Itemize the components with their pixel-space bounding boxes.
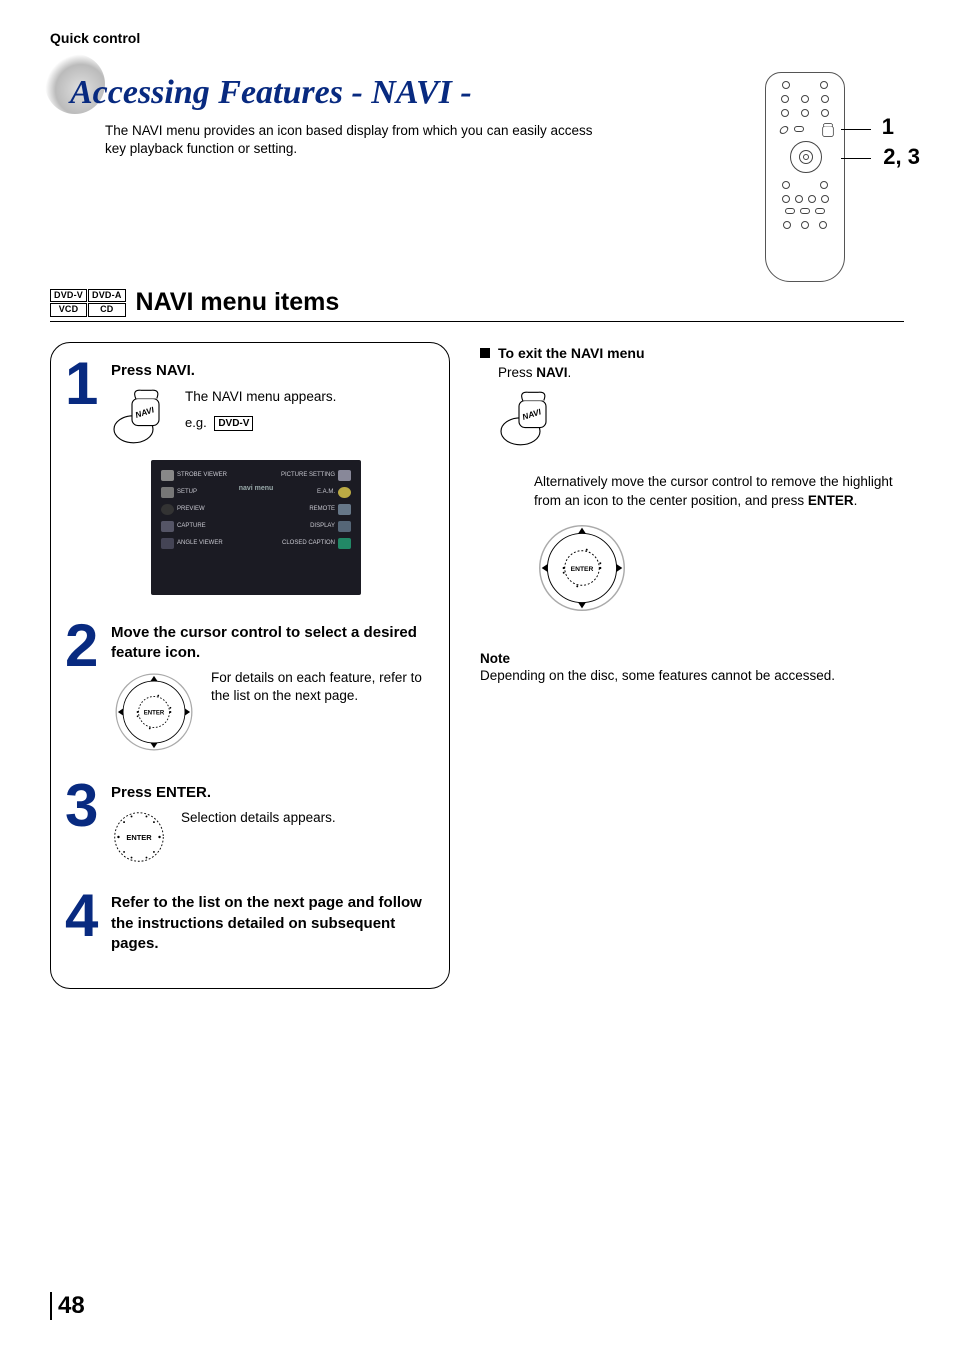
section-heading-row: DVD-V DVD-A VCD CD NAVI menu items bbox=[50, 288, 904, 317]
step-1-eg: e.g. DVD-V bbox=[185, 414, 435, 432]
page-number-block: 48 bbox=[50, 1292, 85, 1320]
step-3-body: Selection details appears. bbox=[181, 809, 336, 827]
section-title: NAVI menu items bbox=[136, 288, 340, 317]
navi-button-icon: NAVI bbox=[498, 390, 558, 450]
step-2: 2 Move the cursor control to select a de… bbox=[65, 623, 435, 756]
note-body: Depending on the disc, some features can… bbox=[480, 668, 904, 683]
section-label: Quick control bbox=[50, 30, 904, 46]
exit-heading: To exit the NAVI menu bbox=[498, 345, 645, 361]
step-number: 2 bbox=[65, 623, 101, 756]
step-title: Press ENTER. bbox=[111, 783, 435, 803]
navi-button-icon: NAVI bbox=[111, 388, 171, 448]
section-rule bbox=[50, 321, 904, 322]
step-4: 4 Refer to the list on the next page and… bbox=[65, 893, 435, 960]
step-1-line: The NAVI menu appears. bbox=[185, 388, 435, 406]
step-3: 3 Press ENTER. ENTER Selecti bbox=[65, 783, 435, 865]
cursor-pad-icon: ENTER bbox=[111, 669, 197, 755]
callout-1: 1 bbox=[882, 114, 894, 140]
disc-badges: DVD-V DVD-A VCD CD bbox=[50, 289, 126, 318]
step-1: 1 Press NAVI. NAVI The NAVI menu appears… bbox=[65, 361, 435, 594]
step-number: 3 bbox=[65, 783, 101, 865]
page-subtitle: The NAVI menu provides an icon based dis… bbox=[105, 122, 605, 158]
badge-dvd-v-inline: DVD-V bbox=[214, 416, 253, 432]
remote-navi-button bbox=[822, 123, 834, 142]
badge-cd: CD bbox=[88, 303, 126, 317]
step-number: 1 bbox=[65, 361, 101, 594]
steps-panel: 1 Press NAVI. NAVI The NAVI menu appears… bbox=[50, 342, 450, 989]
step-number: 4 bbox=[65, 893, 101, 960]
svg-text:ENTER: ENTER bbox=[571, 566, 594, 573]
side-notes: To exit the NAVI menu Press NAVI. NAVI A… bbox=[480, 342, 904, 989]
enter-button-icon: ENTER bbox=[111, 809, 167, 865]
step-title: Press NAVI. bbox=[111, 361, 435, 381]
callout-line-2 bbox=[841, 158, 871, 159]
exit-instruction: Press NAVI. bbox=[498, 365, 904, 380]
step-title: Move the cursor control to select a desi… bbox=[111, 623, 435, 664]
navi-menu-screenshot: navi menu STROBE VIEWER SETUP PREVIEW CA… bbox=[151, 460, 361, 595]
step-title: Refer to the list on the next page and f… bbox=[111, 893, 435, 954]
callout-line-1 bbox=[841, 129, 871, 130]
svg-text:ENTER: ENTER bbox=[126, 833, 152, 842]
badge-vcd: VCD bbox=[50, 303, 87, 317]
badge-dvd-a: DVD-A bbox=[88, 289, 126, 303]
page: Quick control Accessing Features - NAVI … bbox=[0, 0, 954, 1348]
badge-dvd-v: DVD-V bbox=[50, 289, 87, 303]
page-number-bar bbox=[50, 1292, 52, 1320]
exit-alt-instruction: Alternatively move the cursor control to… bbox=[534, 473, 904, 509]
svg-text:ENTER: ENTER bbox=[144, 711, 165, 717]
step-2-body: For details on each feature, refer to th… bbox=[211, 669, 435, 705]
cursor-pad-icon: ENTER bbox=[534, 520, 630, 616]
remote-cursor-ring bbox=[790, 141, 822, 173]
page-title: Accessing Features - NAVI - bbox=[70, 74, 904, 112]
page-number: 48 bbox=[58, 1292, 85, 1320]
callout-2: 2, 3 bbox=[883, 144, 920, 170]
exit-heading-row: To exit the NAVI menu bbox=[480, 344, 904, 361]
note-label: Note bbox=[480, 651, 904, 666]
square-bullet-icon bbox=[480, 348, 490, 358]
